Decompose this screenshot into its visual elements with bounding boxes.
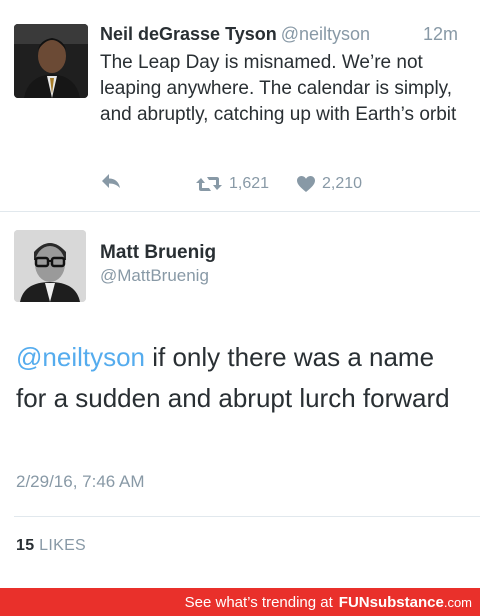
likes-count: 15 <box>16 537 35 554</box>
retweet-icon <box>196 177 222 191</box>
tweet-header: Neil deGrasse Tyson @neiltyson 12m <box>100 22 470 46</box>
tweet-actions: 1,621 2,210 <box>100 172 470 196</box>
reply-tweet-text: @neiltyson if only there was a name for … <box>16 337 466 419</box>
reply-timestamp: 2/29/16, 7:46 AM <box>16 472 145 491</box>
banner-text: See what’s trending at <box>184 593 333 611</box>
avatar-neil-tyson[interactable] <box>14 24 88 98</box>
reply-button[interactable] <box>100 172 130 196</box>
brand-com: .com <box>443 594 472 610</box>
heart-icon <box>297 176 315 192</box>
likes-stat[interactable]: 15 LIKES <box>16 537 86 555</box>
watermark-banner: See what’s trending at FUN substance .com <box>0 588 480 616</box>
avatar-matt-bruenig[interactable] <box>14 230 86 302</box>
tweet-timestamp[interactable]: 12m <box>423 22 458 46</box>
brand-fun: FUN <box>338 593 370 611</box>
retweet-button[interactable]: 1,621 <box>195 172 269 196</box>
retweet-count: 1,621 <box>229 175 270 192</box>
reply-author-name[interactable]: Matt Bruenig <box>100 242 216 264</box>
brand-substance: substance <box>369 593 444 611</box>
mention-link[interactable]: @neiltyson <box>16 342 145 372</box>
stats-divider <box>14 516 480 517</box>
like-button[interactable]: 2,210 <box>296 172 362 196</box>
reply-author-handle[interactable]: @MattBruenig <box>100 266 209 286</box>
like-count: 2,210 <box>322 175 363 192</box>
tweet-text: The Leap Day is misnamed. We’re not leap… <box>100 52 457 125</box>
author-name[interactable]: Neil deGrasse Tyson <box>100 24 277 44</box>
tweet-original: Neil deGrasse Tyson @neiltyson 12m The Le… <box>0 0 480 211</box>
tweet-divider <box>0 211 480 212</box>
author-handle[interactable]: @neiltyson <box>281 24 370 44</box>
likes-label: LIKES <box>39 537 87 554</box>
reply-icon <box>102 174 120 188</box>
